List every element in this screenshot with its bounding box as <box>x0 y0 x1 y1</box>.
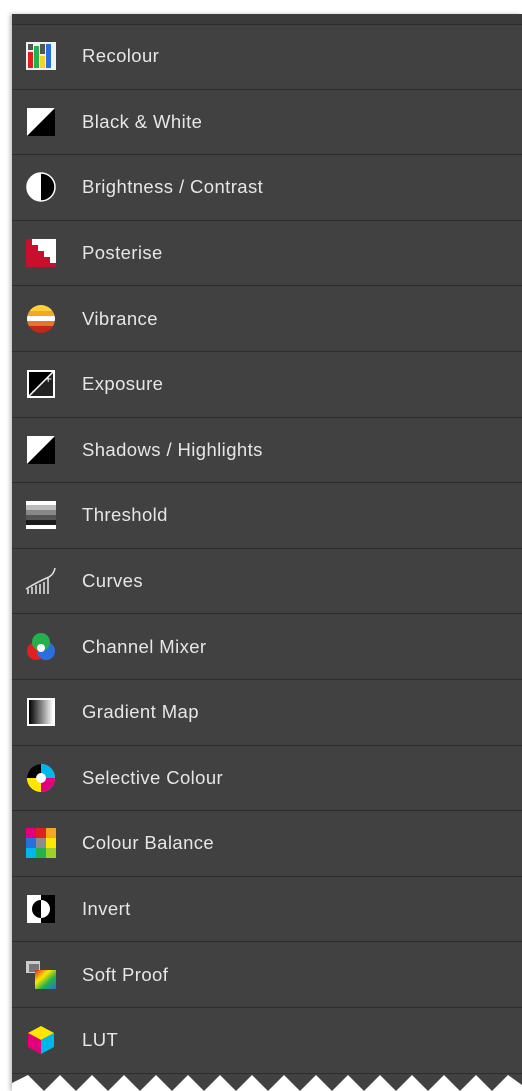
threshold-icon <box>25 499 57 531</box>
menu-item-label: Threshold <box>82 504 168 526</box>
menu-item-label: Black & White <box>82 110 203 132</box>
menu-item-brightness-contrast[interactable]: Brightness / Contrast <box>12 155 522 221</box>
lut-icon <box>25 1024 57 1056</box>
menu-item-selective-colour[interactable]: Selective Colour <box>12 746 522 812</box>
recolour-icon <box>25 40 57 72</box>
menu-item-channel-mixer[interactable]: Channel Mixer <box>12 614 522 680</box>
menu-item-gradient-map[interactable]: Gradient Map <box>12 680 522 746</box>
menu-item-exposure[interactable]: + - Exposure <box>12 352 522 418</box>
svg-text:-: - <box>32 386 36 397</box>
panel-torn-edge <box>12 1075 522 1091</box>
menu-item-label: Exposure <box>82 373 164 395</box>
colour-balance-icon <box>25 827 57 859</box>
adjustments-menu: Recolour Black & White Brightness / Cont… <box>12 24 522 1074</box>
menu-item-label: Posterise <box>82 242 163 264</box>
channel-mixer-icon <box>25 631 57 663</box>
svg-text:+: + <box>44 374 52 385</box>
menu-item-label: Recolour <box>82 45 160 67</box>
menu-item-shadows-highlights[interactable]: Shadows / Highlights <box>12 418 522 484</box>
shadows-highlights-icon <box>25 434 57 466</box>
menu-item-black-white[interactable]: Black & White <box>12 90 522 156</box>
exposure-icon: + - <box>25 368 57 400</box>
posterise-icon <box>25 237 57 269</box>
selective-colour-icon <box>25 762 57 794</box>
menu-item-label: Curves <box>82 570 143 592</box>
menu-item-label: Channel Mixer <box>82 635 207 657</box>
curves-icon <box>25 565 57 597</box>
menu-item-curves[interactable]: Curves <box>12 549 522 615</box>
brightness-contrast-icon <box>25 171 57 203</box>
menu-item-soft-proof[interactable]: Soft Proof <box>12 942 522 1008</box>
menu-item-label: Vibrance <box>82 307 158 329</box>
menu-item-label: Soft Proof <box>82 963 169 985</box>
menu-item-label: Brightness / Contrast <box>82 176 264 198</box>
menu-item-colour-balance[interactable]: Colour Balance <box>12 811 522 877</box>
soft-proof-icon <box>25 959 57 991</box>
black-white-icon <box>25 106 57 138</box>
menu-item-recolour[interactable]: Recolour <box>12 24 522 90</box>
menu-item-lut[interactable]: LUT <box>12 1008 522 1074</box>
menu-item-threshold[interactable]: Threshold <box>12 483 522 549</box>
menu-item-label: Colour Balance <box>82 832 215 854</box>
menu-item-label: Gradient Map <box>82 701 199 723</box>
menu-item-label: Shadows / Highlights <box>82 438 263 460</box>
menu-item-vibrance[interactable]: Vibrance <box>12 286 522 352</box>
gradient-map-icon <box>25 696 57 728</box>
invert-icon <box>25 893 57 925</box>
menu-item-posterise[interactable]: Posterise <box>12 221 522 287</box>
adjustments-menu-panel: Recolour Black & White Brightness / Cont… <box>12 14 522 1091</box>
menu-item-label: Invert <box>82 898 131 920</box>
menu-item-label: LUT <box>82 1029 119 1051</box>
menu-item-label: Selective Colour <box>82 766 224 788</box>
menu-item-invert[interactable]: Invert <box>12 877 522 943</box>
vibrance-icon <box>25 303 57 335</box>
